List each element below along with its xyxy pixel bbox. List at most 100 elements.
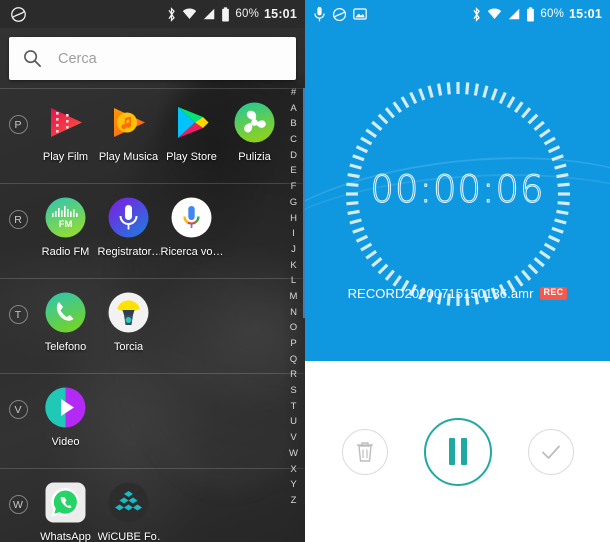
section-letter-t: T xyxy=(2,279,34,324)
sync-icon xyxy=(332,7,347,21)
app-play-film[interactable]: Play Film xyxy=(34,89,97,163)
section-letter-p: P xyxy=(2,89,34,134)
section-letter-label: W xyxy=(8,495,28,514)
alphabet-index-letter[interactable]: # xyxy=(291,88,296,98)
screenshot-icon xyxy=(353,8,367,20)
battery-percent: 60% xyxy=(235,8,260,20)
alphabet-index-letter[interactable]: L xyxy=(291,276,296,286)
signal-icon xyxy=(509,8,520,20)
app-label: WiCUBE Fo… xyxy=(97,531,160,542)
section-letter-w: W xyxy=(2,469,34,514)
status-bar-left-icons xyxy=(313,6,367,22)
check-icon xyxy=(541,445,560,459)
app-whatsapp[interactable]: WhatsApp xyxy=(34,469,97,542)
status-bar-left: 60% 15:01 xyxy=(0,0,305,28)
alphabet-index-letter[interactable]: K xyxy=(290,261,296,271)
app-label: Video xyxy=(51,436,80,448)
alphabet-index-letter[interactable]: F xyxy=(291,182,297,192)
pause-icon xyxy=(448,438,467,465)
recorder-header: 60% 15:01 00:00:06 RECORD20200715150136.… xyxy=(305,0,610,361)
status-bar-left-icons xyxy=(10,6,27,23)
play-music-icon xyxy=(107,101,150,144)
app-wicube[interactable]: WiCUBE Fo… xyxy=(97,469,160,542)
app-list: P Play Film Play Musica Play Store Puliz… xyxy=(0,88,305,542)
alphabet-index-letter[interactable]: Y xyxy=(290,480,296,490)
play-movies-icon xyxy=(44,101,87,144)
app-row-w: W WhatsApp WiCUBE Fo xyxy=(0,468,305,542)
app-registratore[interactable]: Registrator… xyxy=(97,184,160,258)
app-torcia[interactable]: Torcia xyxy=(97,279,160,353)
app-row-r: R FM Radio FM Registrator… Ricerca vo… xyxy=(0,183,305,278)
app-play-musica[interactable]: Play Musica xyxy=(97,89,160,163)
microphone-icon xyxy=(314,6,325,22)
trash-icon xyxy=(356,441,373,462)
app-radio-fm[interactable]: FM Radio FM xyxy=(34,184,97,258)
alphabet-index-letter[interactable]: N xyxy=(290,308,297,318)
alphabet-index-letter[interactable]: U xyxy=(290,417,297,427)
section-letter-r: R xyxy=(2,184,34,229)
alphabet-index-letter[interactable]: Q xyxy=(290,355,297,365)
bluetooth-icon xyxy=(473,6,481,22)
app-ricerca-vocale[interactable]: Ricerca vo… xyxy=(160,184,223,258)
search-bar[interactable]: Cerca xyxy=(9,37,296,80)
app-label: Pulizia xyxy=(238,151,271,163)
app-row-p: P Play Film Play Musica Play Store Puliz… xyxy=(0,88,305,183)
alphabet-index-letter[interactable]: O xyxy=(290,323,297,333)
app-label: Registrator… xyxy=(97,246,160,258)
alphabet-index-letter[interactable]: B xyxy=(290,119,296,129)
app-row-items: Play Film Play Musica Play Store Pulizia xyxy=(34,89,305,163)
sync-icon xyxy=(11,6,26,22)
delete-button[interactable] xyxy=(341,428,388,475)
app-label: Torcia xyxy=(113,341,144,353)
recorder-controls xyxy=(305,361,610,542)
voice-recorder-screen: 60% 15:01 00:00:06 RECORD20200715150136.… xyxy=(305,0,610,542)
app-row-items: Video xyxy=(34,374,305,448)
battery-icon xyxy=(222,6,230,21)
app-pulizia[interactable]: Pulizia xyxy=(223,89,286,163)
app-label: Ricerca vo… xyxy=(160,246,223,258)
alphabet-index-letter[interactable]: H xyxy=(290,213,297,224)
cleaner-fan-icon xyxy=(233,101,276,144)
video-player-icon xyxy=(44,386,87,429)
search-input[interactable]: Cerca xyxy=(58,51,97,67)
alphabet-index-letter[interactable]: G xyxy=(290,198,297,208)
app-row-v: V Video xyxy=(0,373,305,468)
alphabet-index-scroller[interactable]: # A B C D E F G H I J K L M N O P Q R S T U V W X Y Z xyxy=(282,88,305,542)
alphabet-index-letter[interactable]: A xyxy=(290,104,296,114)
alphabet-index-letter[interactable]: J xyxy=(291,245,296,255)
alphabet-index-letter[interactable]: R xyxy=(290,370,297,380)
alphabet-index-letter[interactable]: M xyxy=(290,292,298,302)
app-label: Play Film xyxy=(42,151,89,163)
radio-fm-icon: FM xyxy=(44,196,87,239)
app-row-items: WhatsApp WiCUBE Fo xyxy=(34,469,305,542)
app-label: Play Store xyxy=(166,151,217,163)
confirm-button[interactable] xyxy=(527,428,574,475)
alphabet-index-letter[interactable]: C xyxy=(290,135,297,145)
alphabet-index-letter[interactable]: Z xyxy=(291,496,297,506)
wicube-icon xyxy=(107,481,150,524)
pause-button[interactable] xyxy=(423,417,492,486)
play-store-icon xyxy=(170,101,213,144)
alphabet-index-letter[interactable]: D xyxy=(290,151,297,161)
alphabet-index-letter[interactable]: I xyxy=(292,229,295,239)
alphabet-index-letter[interactable]: P xyxy=(290,339,296,349)
status-badge: REC xyxy=(539,287,568,300)
app-video[interactable]: Video xyxy=(34,374,97,448)
whatsapp-icon xyxy=(44,481,87,524)
flashlight-icon xyxy=(107,291,150,334)
section-letter-v: V xyxy=(2,374,34,419)
alpha-scroll-indicator xyxy=(303,88,305,318)
app-play-store[interactable]: Play Store xyxy=(160,89,223,163)
app-label: Radio FM xyxy=(41,246,90,258)
wifi-icon xyxy=(488,8,502,19)
phone-icon xyxy=(44,291,87,334)
alphabet-index-letter[interactable]: X xyxy=(290,464,296,475)
alphabet-index-letter[interactable]: E xyxy=(290,166,296,176)
recording-file-row: RECORD20200715150136.amr REC xyxy=(305,286,610,301)
alphabet-index-letter[interactable]: T xyxy=(291,402,297,412)
alphabet-index-letter[interactable]: W xyxy=(289,449,298,459)
section-letter-label: R xyxy=(8,210,28,229)
app-telefono[interactable]: Telefono xyxy=(34,279,97,353)
alphabet-index-letter[interactable]: V xyxy=(290,433,296,443)
alphabet-index-letter[interactable]: S xyxy=(290,386,296,396)
